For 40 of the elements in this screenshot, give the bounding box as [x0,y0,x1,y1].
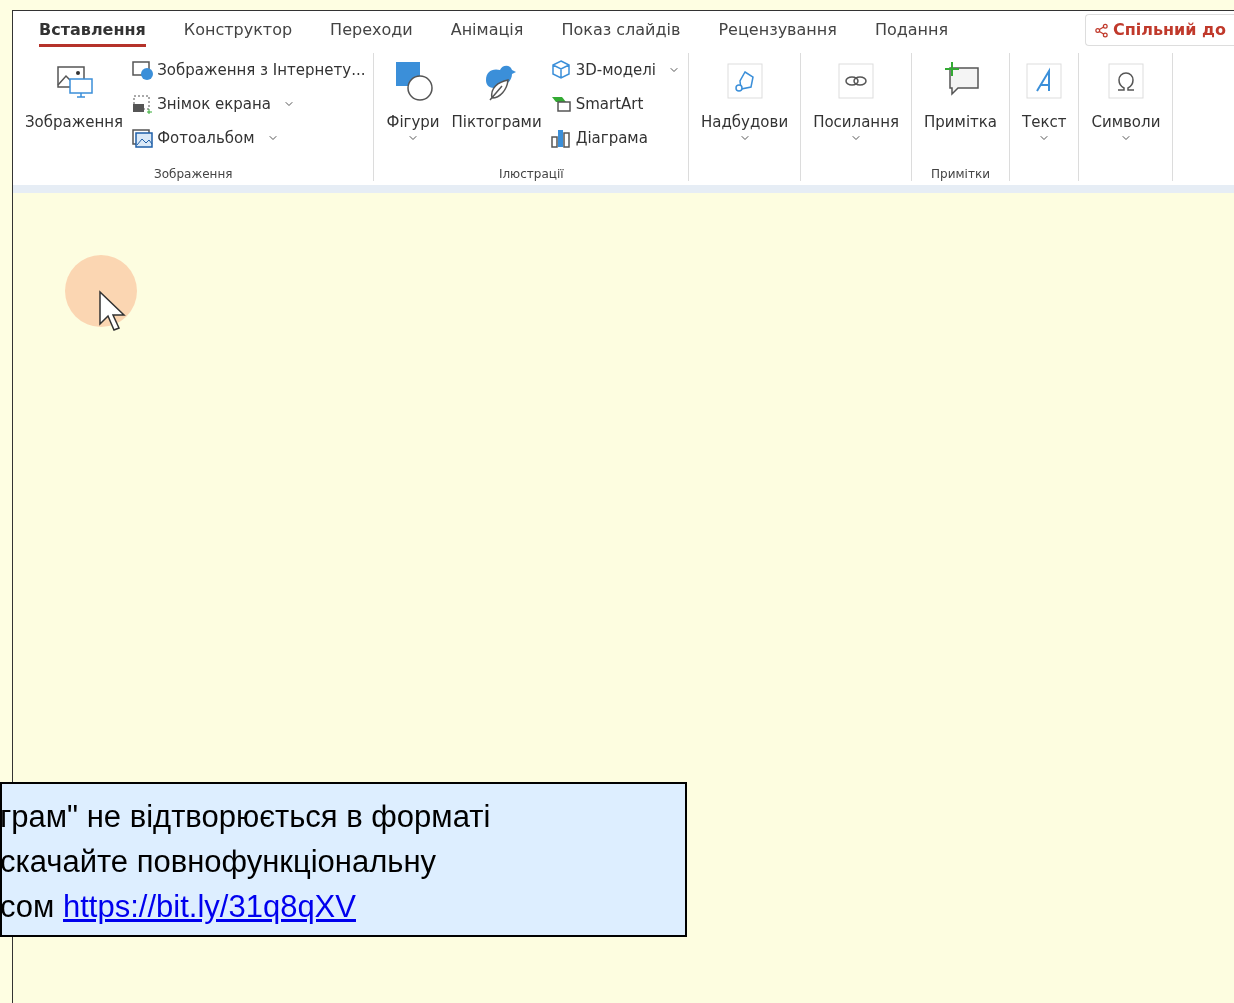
ribbon-button[interactable]: Символи [1087,57,1165,144]
ribbon-button[interactable]: Фігури [382,57,444,144]
ribbon-menu-item[interactable]: Знімок екрана [131,91,366,117]
ribbon-tab[interactable]: Рецензування [718,13,837,47]
photo-album-icon [131,127,154,149]
ribbon-tab[interactable]: Анімація [450,13,524,47]
ribbon-button[interactable]: Зображення [21,57,128,132]
cube-icon [549,59,572,81]
screenshot-icon [131,93,154,115]
ribbon-menu-item[interactable]: SmartArt [549,91,681,117]
puzzle-shape-icon [724,61,765,101]
omega-icon [1105,61,1146,101]
ribbon-menu-item[interactable]: Зображення з Інтернету... [131,57,366,83]
ribbon-button[interactable]: Піктограми [447,57,546,132]
mouse-pointer-icon [98,290,128,334]
ribbon-button[interactable]: Примітка [920,57,1002,132]
letter-a-icon [1024,61,1065,101]
link-icon [836,61,877,101]
ribbon-button[interactable]: Надбудови [697,57,793,144]
share-button[interactable]: Спільний до [1084,14,1234,46]
download-link[interactable]: https://bit.ly/31q8qXV [63,884,356,929]
ribbon-button[interactable]: Посилання [809,57,903,144]
bar-chart-icon [549,127,572,149]
share-icon [1093,22,1109,38]
ribbon-tab[interactable]: Подання [874,13,949,47]
group-label: Зображення [153,167,233,181]
ribbon-button[interactable]: Текст [1018,57,1071,144]
group-label: Примітки [931,167,990,181]
ribbon-tab[interactable]: Переходи [330,13,413,47]
notice-text: сом [2,888,56,926]
ribbon-tab[interactable]: Конструктор [183,13,293,47]
group-label: Ілюстрації [498,167,564,181]
ribbon-menu-item[interactable]: Діаграма [549,125,681,151]
notice-text: скачайте повнофункціональну [2,843,437,881]
online-picture-icon [131,59,154,81]
notice-text: грам" не відтворюється в форматі [2,798,492,836]
ribbon-menu-item[interactable]: 3D-моделі [549,57,681,83]
ribbon-menu-item[interactable]: Фотоальбом [131,125,366,151]
ribbon-tab[interactable]: Показ слайдів [561,13,681,47]
ribbon-tab[interactable]: Вставлення [39,13,146,47]
